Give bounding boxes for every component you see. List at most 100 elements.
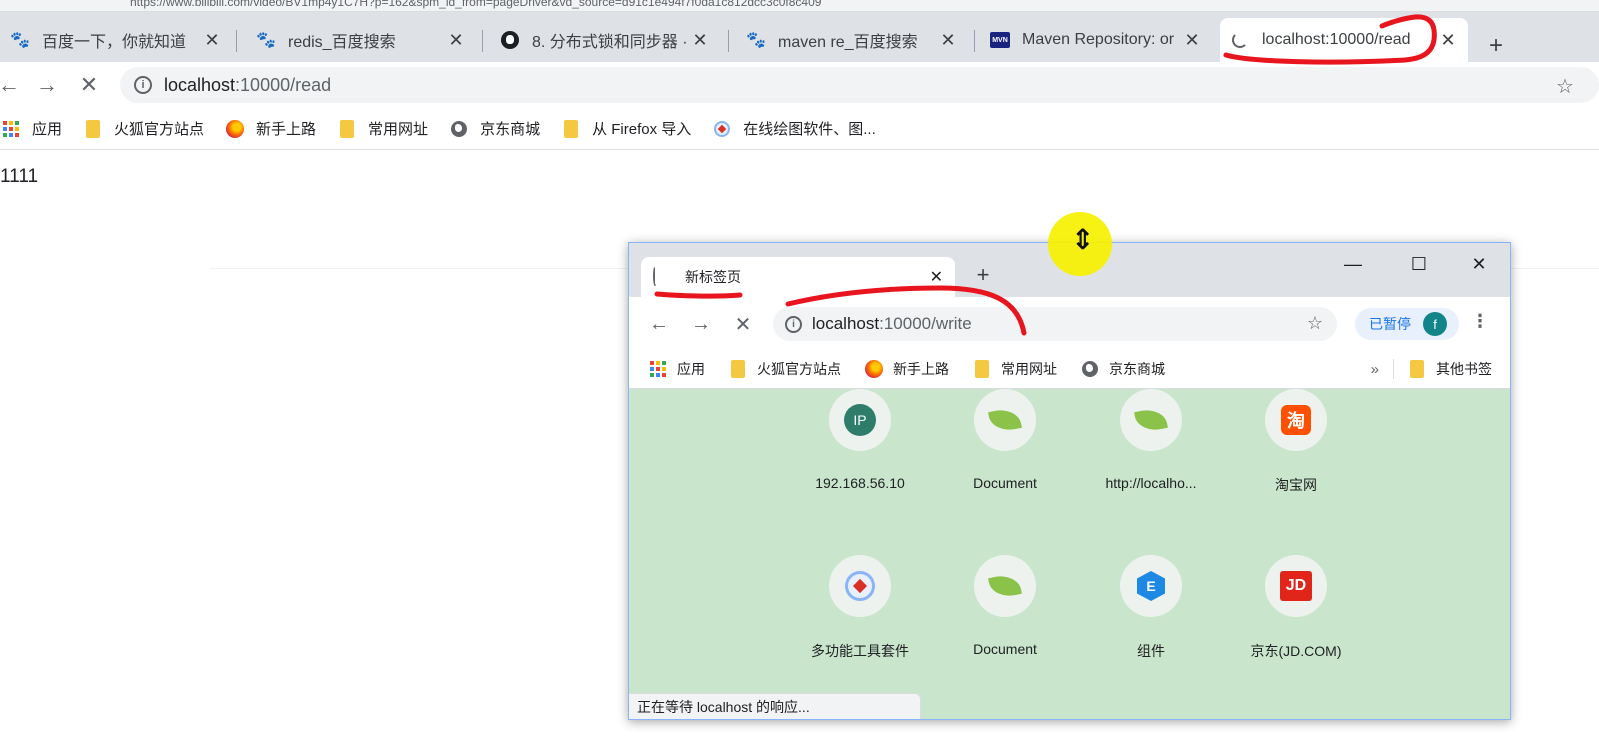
github-icon — [500, 30, 520, 50]
url-host: localhost — [164, 74, 236, 95]
close-icon[interactable]: ✕ — [690, 30, 710, 50]
bookmarks-bar: 应用 火狐官方站点 新手上路 常用网址 京东商城 从 Firefox 导入 在线… — [0, 108, 1599, 150]
shortcut-label: Document — [973, 475, 1037, 491]
tab-separator — [482, 30, 483, 52]
loading-spinner-icon — [653, 266, 671, 286]
new-tab-button[interactable]: + — [1482, 32, 1510, 60]
bookmark-common-sites[interactable]: 常用网址 — [973, 359, 1057, 379]
shortcut-icon-circle — [1120, 389, 1182, 451]
tab-github-lock[interactable]: 8. 分布式锁和同步器 · r ✕ — [490, 18, 720, 62]
jd-icon: JD — [1280, 571, 1312, 601]
bookmark-label: 京东商城 — [480, 121, 541, 138]
shortcut-tile[interactable]: JD 京东(JD.COM) — [1221, 555, 1371, 661]
shortcut-icon-circle: E — [1120, 555, 1182, 617]
folder-icon — [1408, 360, 1426, 378]
baidu-paw-icon: 🐾 — [256, 32, 276, 49]
bookmark-online-drawing[interactable]: 在线绘图软件、图... — [713, 118, 876, 139]
shortcut-tile[interactable]: E 组件 — [1076, 555, 1226, 661]
bookmark-firefox-official[interactable]: 火狐官方站点 — [729, 359, 841, 379]
close-icon[interactable]: ✕ — [930, 267, 943, 287]
bookmark-label: 新手上路 — [256, 121, 317, 138]
minimize-button[interactable]: — — [1333, 249, 1373, 279]
bookmark-star-icon[interactable]: ☆ — [1307, 313, 1323, 334]
forward-button[interactable]: → — [32, 70, 62, 100]
stop-loading-button[interactable]: ✕ — [729, 310, 757, 338]
tab-localhost-read[interactable]: localhost:10000/read ✕ — [1220, 18, 1468, 62]
loading-spinner-icon — [1230, 30, 1250, 50]
folder-icon — [729, 359, 747, 378]
shortcut-label: 京东(JD.COM) — [1250, 643, 1342, 659]
popup-tab-new-tab[interactable]: 新标签页 ✕ — [641, 257, 955, 297]
shortcut-tile[interactable]: IP 192.168.56.10 — [785, 389, 935, 491]
bookmark-firefox-official[interactable]: 火狐官方站点 — [84, 118, 204, 139]
shortcut-label: Document — [973, 641, 1037, 657]
close-icon[interactable]: ✕ — [446, 30, 466, 50]
bookmark-getting-started[interactable]: 新手上路 — [226, 118, 316, 139]
bookmark-jd-mall[interactable]: 京东商城 — [1081, 359, 1165, 379]
shortcut-tile[interactable]: 淘 淘宝网 — [1221, 389, 1371, 495]
site-info-icon[interactable]: i — [134, 76, 152, 94]
close-window-button[interactable]: ✕ — [1459, 249, 1499, 279]
address-bar[interactable]: i localhost:10000/write ☆ — [773, 307, 1337, 341]
bookmark-jd-mall[interactable]: 京东商城 — [450, 118, 540, 139]
new-tab-button[interactable]: + — [969, 261, 997, 289]
shortcut-tile[interactable]: Document — [930, 555, 1080, 657]
tab-separator — [974, 30, 975, 52]
tab-baidu-home[interactable]: 🐾 百度一下，你就知道 ✕ — [0, 18, 232, 62]
bookmark-label: 应用 — [677, 360, 705, 377]
bookmark-firefox-import[interactable]: 从 Firefox 导入 — [562, 118, 691, 139]
stop-loading-button[interactable]: ✕ — [74, 70, 104, 100]
taobao-icon: 淘 — [1281, 405, 1311, 435]
url-path: :10000/read — [235, 74, 332, 95]
maximize-button[interactable]: ☐ — [1399, 249, 1439, 279]
ip-icon: IP — [844, 404, 876, 436]
back-button[interactable]: ← — [645, 310, 673, 338]
tab-maven-search[interactable]: 🐾 maven re_百度搜索 ✕ — [736, 18, 968, 62]
shortcut-icon-circle — [974, 555, 1036, 617]
tab-maven-repository[interactable]: MVN Maven Repository: or ✕ — [980, 18, 1212, 62]
bookmark-star-icon[interactable]: ☆ — [1556, 74, 1574, 99]
bookmark-label: 京东商城 — [1109, 360, 1165, 377]
drawio-icon — [713, 120, 731, 138]
close-icon[interactable]: ✕ — [1438, 30, 1458, 50]
close-icon[interactable]: ✕ — [202, 30, 222, 50]
other-bookmarks-folder[interactable]: 其他书签 — [1408, 359, 1492, 379]
shortcut-tile[interactable]: http://localho... — [1076, 389, 1226, 491]
folder-icon — [973, 359, 991, 378]
url-host: localhost — [812, 314, 880, 333]
browser-toolbar: ← → ✕ i localhost:10000/read ☆ — [0, 62, 1599, 108]
tab-strip: 🐾 百度一下，你就知道 ✕ 🐾 redis_百度搜索 ✕ 8. 分布式锁和同步器… — [0, 12, 1599, 62]
tab-label: 新标签页 — [685, 269, 741, 285]
shortcut-icon-circle — [974, 389, 1036, 451]
shortcut-label: 192.168.56.10 — [815, 475, 905, 491]
shortcut-label: http://localho... — [1105, 475, 1197, 491]
bookmark-apps[interactable]: 应用 — [2, 118, 62, 139]
tab-label: 百度一下，你就知道 — [42, 34, 187, 51]
shortcut-tile[interactable]: 多功能工具套件 — [785, 555, 935, 661]
menu-kebab-icon[interactable]: ⋮ — [1471, 311, 1489, 332]
tab-redis-search[interactable]: 🐾 redis_百度搜索 ✕ — [246, 18, 476, 62]
forward-button[interactable]: → — [687, 310, 715, 338]
address-bar[interactable]: i localhost:10000/read — [120, 67, 1599, 103]
bookmark-getting-started[interactable]: 新手上路 — [865, 359, 949, 379]
bookmark-apps[interactable]: 应用 — [649, 359, 705, 379]
tab-separator — [236, 30, 237, 52]
site-info-icon[interactable]: i — [785, 315, 802, 333]
tab-label: redis_百度搜索 — [288, 34, 396, 51]
spring-leaf-icon — [988, 572, 1022, 600]
bookmark-common-sites[interactable]: 常用网址 — [338, 118, 428, 139]
close-icon[interactable]: ✕ — [1182, 30, 1202, 50]
shortcut-tile[interactable]: Document — [930, 389, 1080, 491]
sync-paused-button[interactable]: 已暂停 f — [1355, 308, 1459, 340]
bookmarks-overflow-chevron-icon[interactable]: » — [1371, 361, 1379, 378]
close-icon[interactable]: ✕ — [938, 30, 958, 50]
multitool-icon — [845, 571, 875, 601]
bookmarks-bar-right: » 其他书签 — [1371, 349, 1492, 389]
url-path: :10000/write — [879, 314, 972, 333]
cropped-address-strip: https://www.bilibili.com/video/BV1mp4y1C… — [0, 0, 1599, 12]
firefox-icon — [226, 119, 245, 138]
tab-label: Maven Repository: or — [1022, 31, 1175, 48]
back-button[interactable]: ← — [0, 70, 24, 100]
bookmark-label: 其他书签 — [1436, 361, 1492, 377]
tab-label: maven re_百度搜索 — [778, 34, 918, 51]
